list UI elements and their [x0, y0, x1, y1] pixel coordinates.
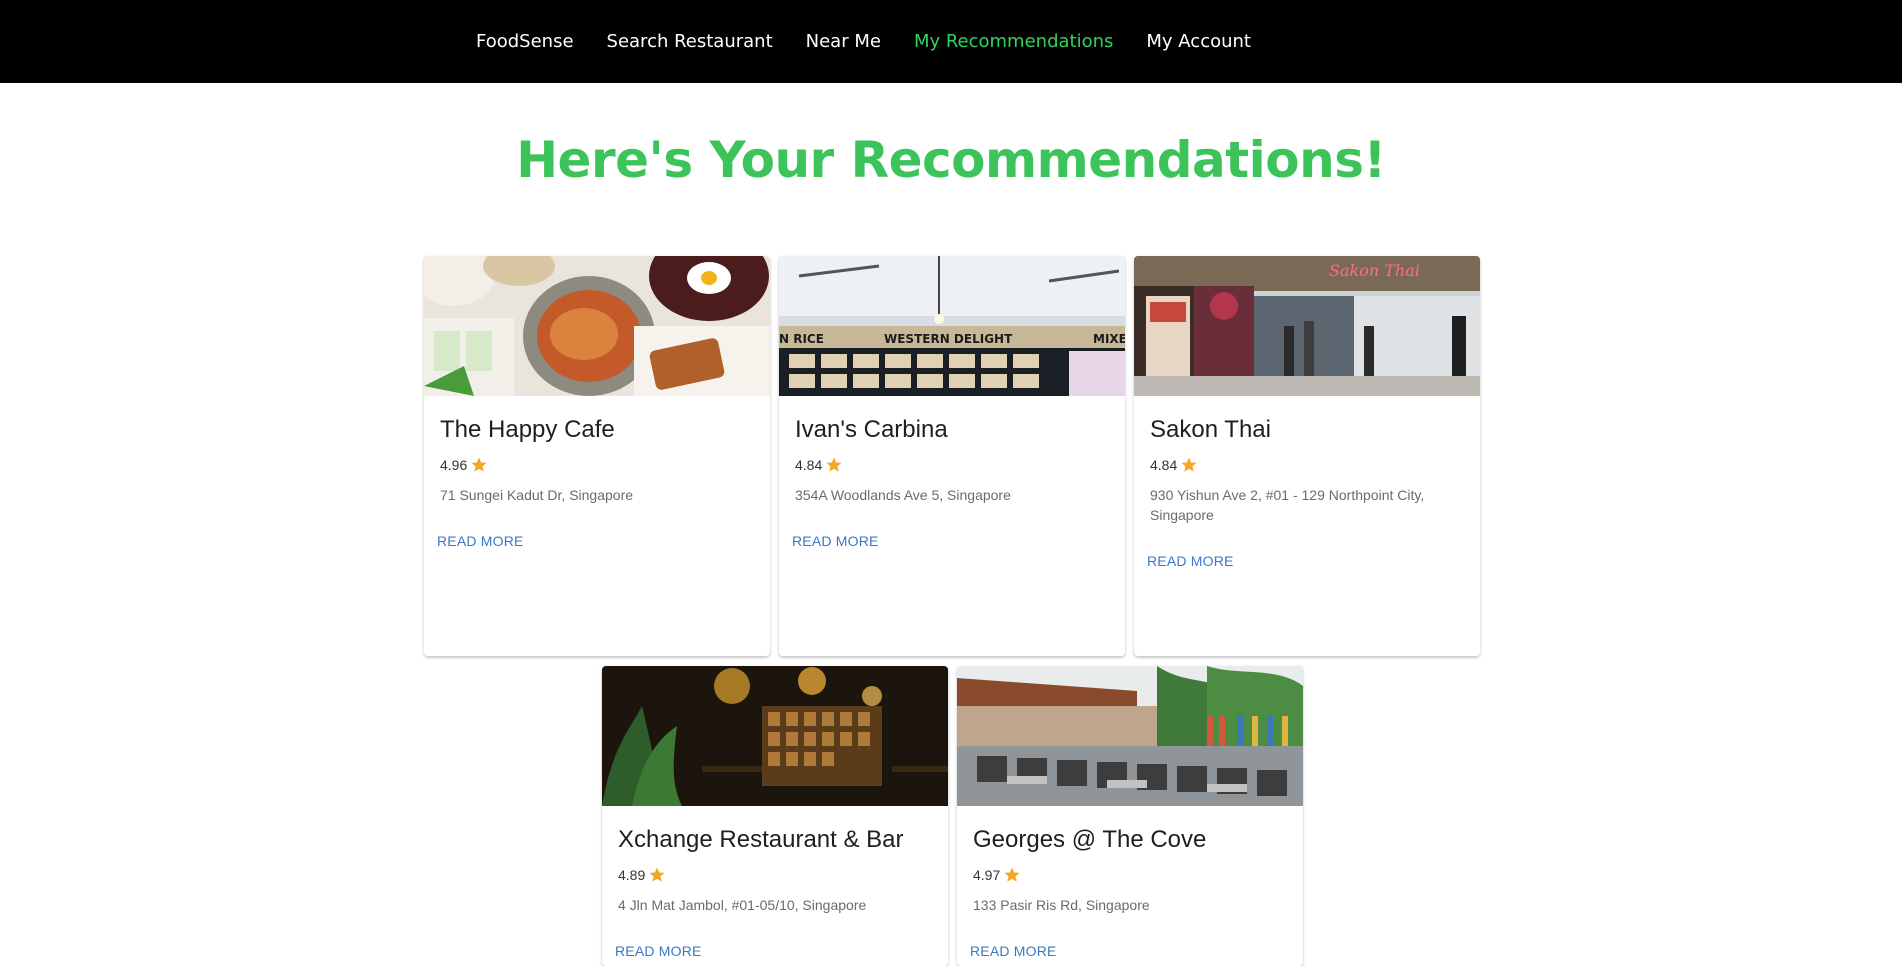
rating: 4.84	[795, 455, 1109, 475]
restaurant-name[interactable]: Georges @ The Cove	[973, 825, 1287, 855]
restaurant-card: The Happy Cafe 4.96 71 Sungei Kadut Dr, …	[424, 256, 770, 656]
card-body: Xchange Restaurant & Bar 4.89 4 Jln Mat …	[602, 806, 948, 960]
restaurant-photo[interactable]: WESTERN DELIGHT N RICE MIXE	[779, 256, 1125, 396]
nav-brand-foodsense[interactable]: FoodSense	[476, 31, 574, 52]
rating: 4.96	[440, 455, 754, 475]
top-navbar: FoodSense Search Restaurant Near Me My R…	[0, 0, 1902, 83]
star-icon	[1003, 866, 1021, 884]
card-body: Georges @ The Cove 4.97 133 Pasir Ris Rd…	[957, 806, 1303, 960]
star-icon	[1180, 456, 1198, 474]
nav-item-search-restaurant[interactable]: Search Restaurant	[607, 31, 773, 52]
restaurant-name[interactable]: The Happy Cafe	[440, 415, 754, 445]
card-body: The Happy Cafe 4.96 71 Sungei Kadut Dr, …	[424, 396, 770, 550]
restaurant-photo[interactable]: Sakon Thai	[1134, 256, 1480, 396]
restaurant-address: 4 Jln Mat Jambol, #01-05/10, Singapore	[618, 897, 867, 913]
rating-value: 4.89	[618, 867, 646, 883]
restaurant-address: 930 Yishun Ave 2, #01 - 129 Northpoint C…	[1150, 487, 1425, 523]
restaurant-address: 133 Pasir Ris Rd, Singapore	[973, 897, 1150, 913]
nav-item-my-account[interactable]: My Account	[1146, 31, 1251, 52]
card-body: Ivan's Carbina 4.84 354A Woodlands Ave 5…	[779, 396, 1125, 550]
svg-text:MIXE: MIXE	[1093, 332, 1125, 346]
svg-text:WESTERN DELIGHT: WESTERN DELIGHT	[884, 332, 1013, 346]
restaurant-photo[interactable]	[957, 666, 1303, 806]
rating-value: 4.84	[1150, 457, 1178, 473]
svg-text:N RICE: N RICE	[779, 332, 824, 346]
rating-value: 4.97	[973, 867, 1001, 883]
rating: 4.89	[618, 865, 932, 885]
nav-links: FoodSense Search Restaurant Near Me My R…	[476, 0, 1284, 83]
rating-value: 4.96	[440, 457, 468, 473]
restaurant-address: 71 Sungei Kadut Dr, Singapore	[440, 487, 634, 503]
restaurant-card: WESTERN DELIGHT N RICE MIXE Ivan's Carbi…	[779, 256, 1125, 656]
restaurant-card: Xchange Restaurant & Bar 4.89 4 Jln Mat …	[602, 666, 948, 966]
read-more-link[interactable]: READ MORE	[792, 533, 879, 549]
star-icon	[825, 456, 843, 474]
read-more-link[interactable]: READ MORE	[1147, 553, 1234, 569]
restaurant-name[interactable]: Xchange Restaurant & Bar	[618, 825, 932, 855]
star-icon	[648, 866, 666, 884]
restaurant-card: Sakon Thai Sakon Thai 4.84 930 Yishun Av…	[1134, 256, 1480, 656]
restaurant-name[interactable]: Ivan's Carbina	[795, 415, 1109, 445]
restaurant-address: 354A Woodlands Ave 5, Singapore	[795, 487, 1011, 503]
nav-item-near-me[interactable]: Near Me	[806, 31, 881, 52]
restaurant-card: Georges @ The Cove 4.97 133 Pasir Ris Rd…	[957, 666, 1303, 966]
read-more-link[interactable]: READ MORE	[437, 533, 524, 549]
rating: 4.97	[973, 865, 1287, 885]
rating: 4.84	[1150, 455, 1464, 475]
svg-text:Sakon Thai: Sakon Thai	[1329, 261, 1420, 280]
page-title: Here's Your Recommendations!	[516, 131, 1386, 189]
card-body: Sakon Thai 4.84 930 Yishun Ave 2, #01 - …	[1134, 396, 1480, 570]
restaurant-name[interactable]: Sakon Thai	[1150, 415, 1464, 445]
star-icon	[470, 456, 488, 474]
restaurant-photo[interactable]	[424, 256, 770, 396]
nav-item-my-recommendations[interactable]: My Recommendations	[914, 31, 1113, 52]
rating-value: 4.84	[795, 457, 823, 473]
restaurant-photo[interactable]	[602, 666, 948, 806]
